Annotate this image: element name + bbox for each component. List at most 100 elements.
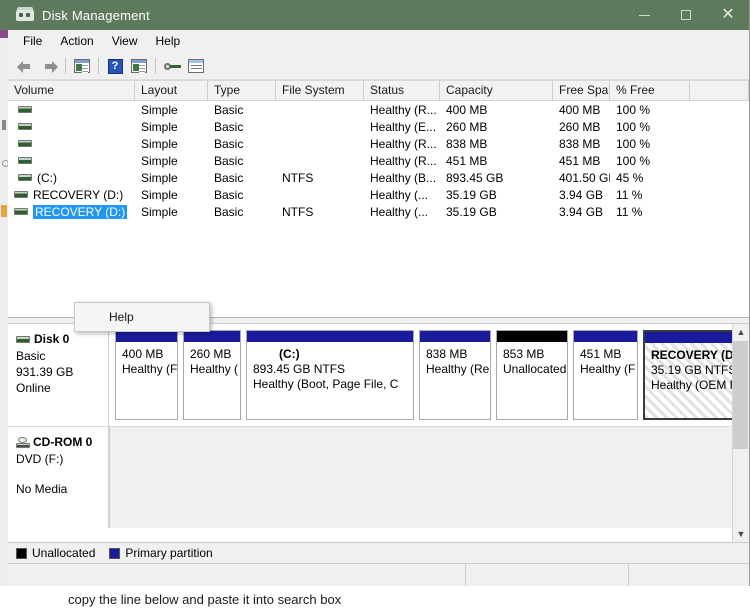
column-header-capacity[interactable]: Capacity — [440, 81, 553, 100]
disk-row-cdrom0: CD-ROM 0 DVD (F:) No Media — [8, 427, 734, 528]
partition-block[interactable]: 838 MB Healthy (Re — [419, 330, 491, 420]
cell-capacity: 838 MB — [446, 136, 488, 151]
table-row-selected[interactable]: RECOVERY (D:) Simple Basic NTFS Healthy … — [8, 203, 749, 220]
column-header-freespace[interactable]: Free Spa... — [553, 81, 610, 100]
legend: Unallocated Primary partition — [8, 542, 749, 563]
legend-swatch-unallocated — [16, 547, 27, 559]
disk0-state: Online — [16, 381, 51, 395]
cell-capacity: 35.19 GB — [446, 204, 497, 219]
forward-arrow-icon[interactable] — [37, 55, 61, 77]
volume-list-pane: Volume Layout Type File System Status Ca… — [8, 80, 749, 332]
table-row[interactable]: Simple Basic Healthy (E... 260 MB 260 MB… — [8, 118, 749, 135]
scroll-down-arrow-icon[interactable]: ▼ — [733, 526, 749, 542]
bg-marker-one — [2, 120, 6, 130]
cell-freespace: 260 MB — [559, 119, 601, 134]
partition-size: 35.19 GB NTFS — [651, 363, 734, 377]
menu-bar: File Action View Help — [8, 30, 749, 53]
cell-status: Healthy (B... — [370, 170, 437, 185]
toolbar-separator-3 — [155, 58, 156, 74]
show-console-tree-icon[interactable] — [127, 55, 151, 77]
bg-marker-three — [1, 205, 7, 217]
cdrom0-spacer — [16, 467, 108, 481]
background-window-sliver[interactable] — [0, 0, 9, 609]
cell-freespace: 451 MB — [559, 153, 601, 168]
column-header-volume[interactable]: Volume — [8, 81, 135, 100]
cell-freespace: 3.94 GB — [559, 204, 604, 219]
partition-block[interactable]: 451 MB Healthy (F — [573, 330, 638, 420]
partition-status: Healthy (F — [122, 362, 177, 376]
menu-view[interactable]: View — [103, 31, 147, 51]
partition-size: 260 MB — [190, 347, 232, 361]
graphical-view-scrollbar[interactable]: ▲ ▼ — [732, 324, 749, 542]
cell-capacity: 451 MB — [446, 153, 488, 168]
up-one-level-icon[interactable] — [70, 55, 94, 77]
partition-bar — [116, 331, 177, 342]
column-header-pctfree[interactable]: % Free — [610, 81, 690, 100]
cdrom0-empty-area[interactable] — [109, 427, 734, 528]
partition-bar — [497, 331, 567, 342]
scroll-up-arrow-icon[interactable]: ▲ — [733, 324, 749, 340]
legend-label-primary: Primary partition — [125, 546, 213, 560]
table-row[interactable]: Simple Basic Healthy (R... 400 MB 400 MB… — [8, 101, 749, 118]
close-button[interactable]: ✕ — [707, 0, 749, 30]
cell-capacity: 400 MB — [446, 102, 488, 117]
refresh-icon[interactable] — [184, 55, 208, 77]
cell-type: Basic — [214, 136, 244, 151]
cell-capacity: 35.19 GB — [446, 187, 497, 202]
cell-capacity: 260 MB — [446, 119, 488, 134]
cell-pctfree: 45 % — [616, 170, 644, 185]
legend-item-primary: Primary partition — [109, 546, 213, 560]
cell-status: Healthy (R... — [370, 136, 437, 151]
cell-layout: Simple — [141, 187, 178, 202]
partition-bar — [645, 332, 734, 343]
legend-label-unallocated: Unallocated — [32, 546, 96, 560]
scrollbar-thumb[interactable] — [733, 341, 748, 449]
toolbar-separator-1 — [65, 58, 66, 74]
partition-status: Healthy (F — [580, 362, 636, 376]
toolbar-separator-2 — [98, 58, 99, 74]
properties-icon[interactable] — [160, 55, 184, 77]
drive-icon — [14, 208, 28, 215]
help-icon[interactable]: ? — [103, 55, 127, 77]
status-bar — [8, 563, 749, 586]
column-header-layout[interactable]: Layout — [135, 81, 208, 100]
disk0-partitions: 400 MB Healthy (F 260 MB Healthy ((C:) … — [109, 324, 734, 426]
partition-block-unallocated[interactable]: 853 MB Unallocated — [496, 330, 568, 420]
volume-list-header: Volume Layout Type File System Status Ca… — [8, 80, 749, 101]
back-arrow-icon[interactable] — [13, 55, 37, 77]
context-menu-item-help[interactable]: Help — [75, 307, 209, 327]
column-header-filler — [690, 81, 749, 100]
cell-type: Basic — [214, 102, 244, 117]
table-row[interactable]: Simple Basic Healthy (R... 838 MB 838 MB… — [8, 135, 749, 152]
cell-layout: Simple — [141, 119, 178, 134]
cdrom0-info[interactable]: CD-ROM 0 DVD (F:) No Media — [8, 427, 109, 528]
maximize-button[interactable] — [665, 0, 707, 30]
table-row[interactable]: RECOVERY (D:) Simple Basic Healthy (... … — [8, 186, 749, 203]
partition-block[interactable]: (C:) 893.45 GB NTFS Healthy (Boot, Page … — [246, 330, 414, 420]
partition-block[interactable]: 260 MB Healthy ( — [183, 330, 241, 420]
minimize-button[interactable] — [623, 0, 665, 30]
cell-status: Healthy (... — [370, 187, 429, 202]
cell-freespace: 838 MB — [559, 136, 601, 151]
disk-row-disk0: Disk 0 Basic 931.39 GB Online 400 MB Hea… — [8, 324, 734, 427]
column-header-filesystem[interactable]: File System — [276, 81, 364, 100]
column-header-type[interactable]: Type — [208, 81, 276, 100]
partition-block-selected[interactable]: RECOVERY (D:) 35.19 GB NTFS Healthy (OEM… — [643, 330, 734, 420]
menu-help[interactable]: Help — [147, 31, 190, 51]
context-menu: Help — [74, 302, 210, 332]
menu-file[interactable]: File — [14, 31, 51, 51]
cell-status: Healthy (R... — [370, 153, 437, 168]
disk0-info[interactable]: Disk 0 Basic 931.39 GB Online — [8, 324, 109, 426]
cell-filesystem: NTFS — [282, 170, 314, 185]
cell-layout: Simple — [141, 102, 178, 117]
table-row[interactable]: (C:) Simple Basic NTFS Healthy (B... 893… — [8, 169, 749, 186]
table-row[interactable]: Simple Basic Healthy (R... 451 MB 451 MB… — [8, 152, 749, 169]
cell-type: Basic — [214, 204, 244, 219]
column-header-status[interactable]: Status — [364, 81, 440, 100]
menu-action[interactable]: Action — [51, 31, 102, 51]
partition-block[interactable]: 400 MB Healthy (F — [115, 330, 178, 420]
title-bar[interactable]: Disk Management ✕ — [8, 0, 749, 30]
bg-titlebar-sliver — [0, 0, 8, 30]
cell-pctfree: 11 % — [616, 204, 643, 219]
cell-layout: Simple — [141, 170, 178, 185]
